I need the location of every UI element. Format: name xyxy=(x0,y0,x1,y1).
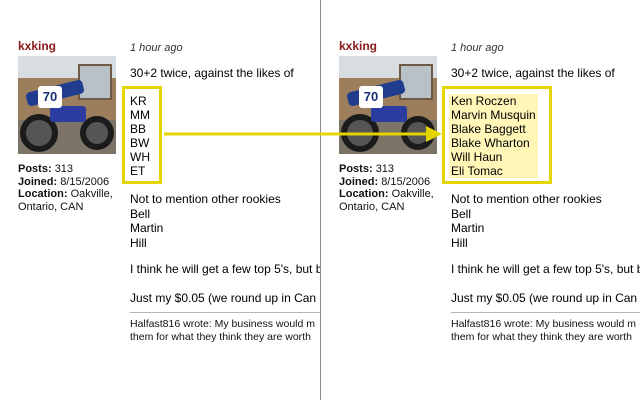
rookies-block: Not to mention other rookies Bell Martin… xyxy=(130,192,281,250)
author-name[interactable]: kxking xyxy=(18,39,56,53)
highlight-box-full-names xyxy=(442,86,552,184)
post-intro: 30+2 twice, against the likes of xyxy=(130,66,294,80)
list-item: Martin xyxy=(130,221,164,235)
user-stats: Posts: 313 Joined: 8/15/2006 Location: O… xyxy=(18,163,126,213)
post-timestamp: 1 hour ago xyxy=(130,42,183,54)
quote-divider xyxy=(451,312,640,313)
opinion-text: I think he will get a few top 5's, but b xyxy=(130,262,320,276)
stat-location: Location: Oakville, Ontario, CAN xyxy=(339,188,434,213)
rookies-intro: Not to mention other rookies xyxy=(451,192,602,206)
quote-line: Halfast816 wrote: My business would m xyxy=(130,318,315,330)
stat-posts: Posts: 313 xyxy=(339,163,395,175)
rookies-intro: Not to mention other rookies xyxy=(130,192,281,206)
list-item: Hill xyxy=(130,235,147,250)
quote-line: them for what they think they are worth xyxy=(130,331,311,343)
opinion-text: I think he will get a few top 5's, but b xyxy=(451,262,640,276)
list-item: Bell xyxy=(130,206,151,221)
right-pane: kxking 1 hour ago 70 Posts: 313 Joined: … xyxy=(321,0,640,400)
avatar[interactable]: 70 xyxy=(18,56,116,154)
stat-location: Location: Oakville, Ontario, CAN xyxy=(18,188,113,213)
cents-text: Just my $0.05 (we round up in Can xyxy=(451,291,638,305)
quote-block: Halfast816 wrote: My business would m th… xyxy=(130,318,315,344)
post-timestamp: 1 hour ago xyxy=(451,42,504,54)
user-stats: Posts: 313 Joined: 8/15/2006 Location: O… xyxy=(339,163,447,213)
highlight-box-abbreviations xyxy=(122,86,162,184)
number-plate: 70 xyxy=(359,86,383,108)
quote-divider xyxy=(130,312,320,313)
quote-line: Halfast816 wrote: My business would m xyxy=(451,318,636,330)
list-item: Bell xyxy=(451,206,472,221)
quote-block: Halfast816 wrote: My business would m th… xyxy=(451,318,636,344)
left-pane: kxking 1 hour ago 70 Posts: 313 Joined: … xyxy=(0,0,320,400)
stat-joined: Joined: 8/15/2006 xyxy=(339,175,431,188)
list-item: Martin xyxy=(451,221,485,235)
avatar[interactable]: 70 xyxy=(339,56,437,154)
quote-line: them for what they think they are worth xyxy=(451,331,632,343)
author-name[interactable]: kxking xyxy=(339,39,377,53)
list-item: Hill xyxy=(451,235,468,250)
post-intro: 30+2 twice, against the likes of xyxy=(451,66,615,80)
stat-posts: Posts: 313 xyxy=(18,163,74,175)
cents-text: Just my $0.05 (we round up in Can xyxy=(130,291,317,305)
stat-joined: Joined: 8/15/2006 xyxy=(18,175,110,188)
rookies-block: Not to mention other rookies Bell Martin… xyxy=(451,192,602,250)
number-plate: 70 xyxy=(38,86,62,108)
